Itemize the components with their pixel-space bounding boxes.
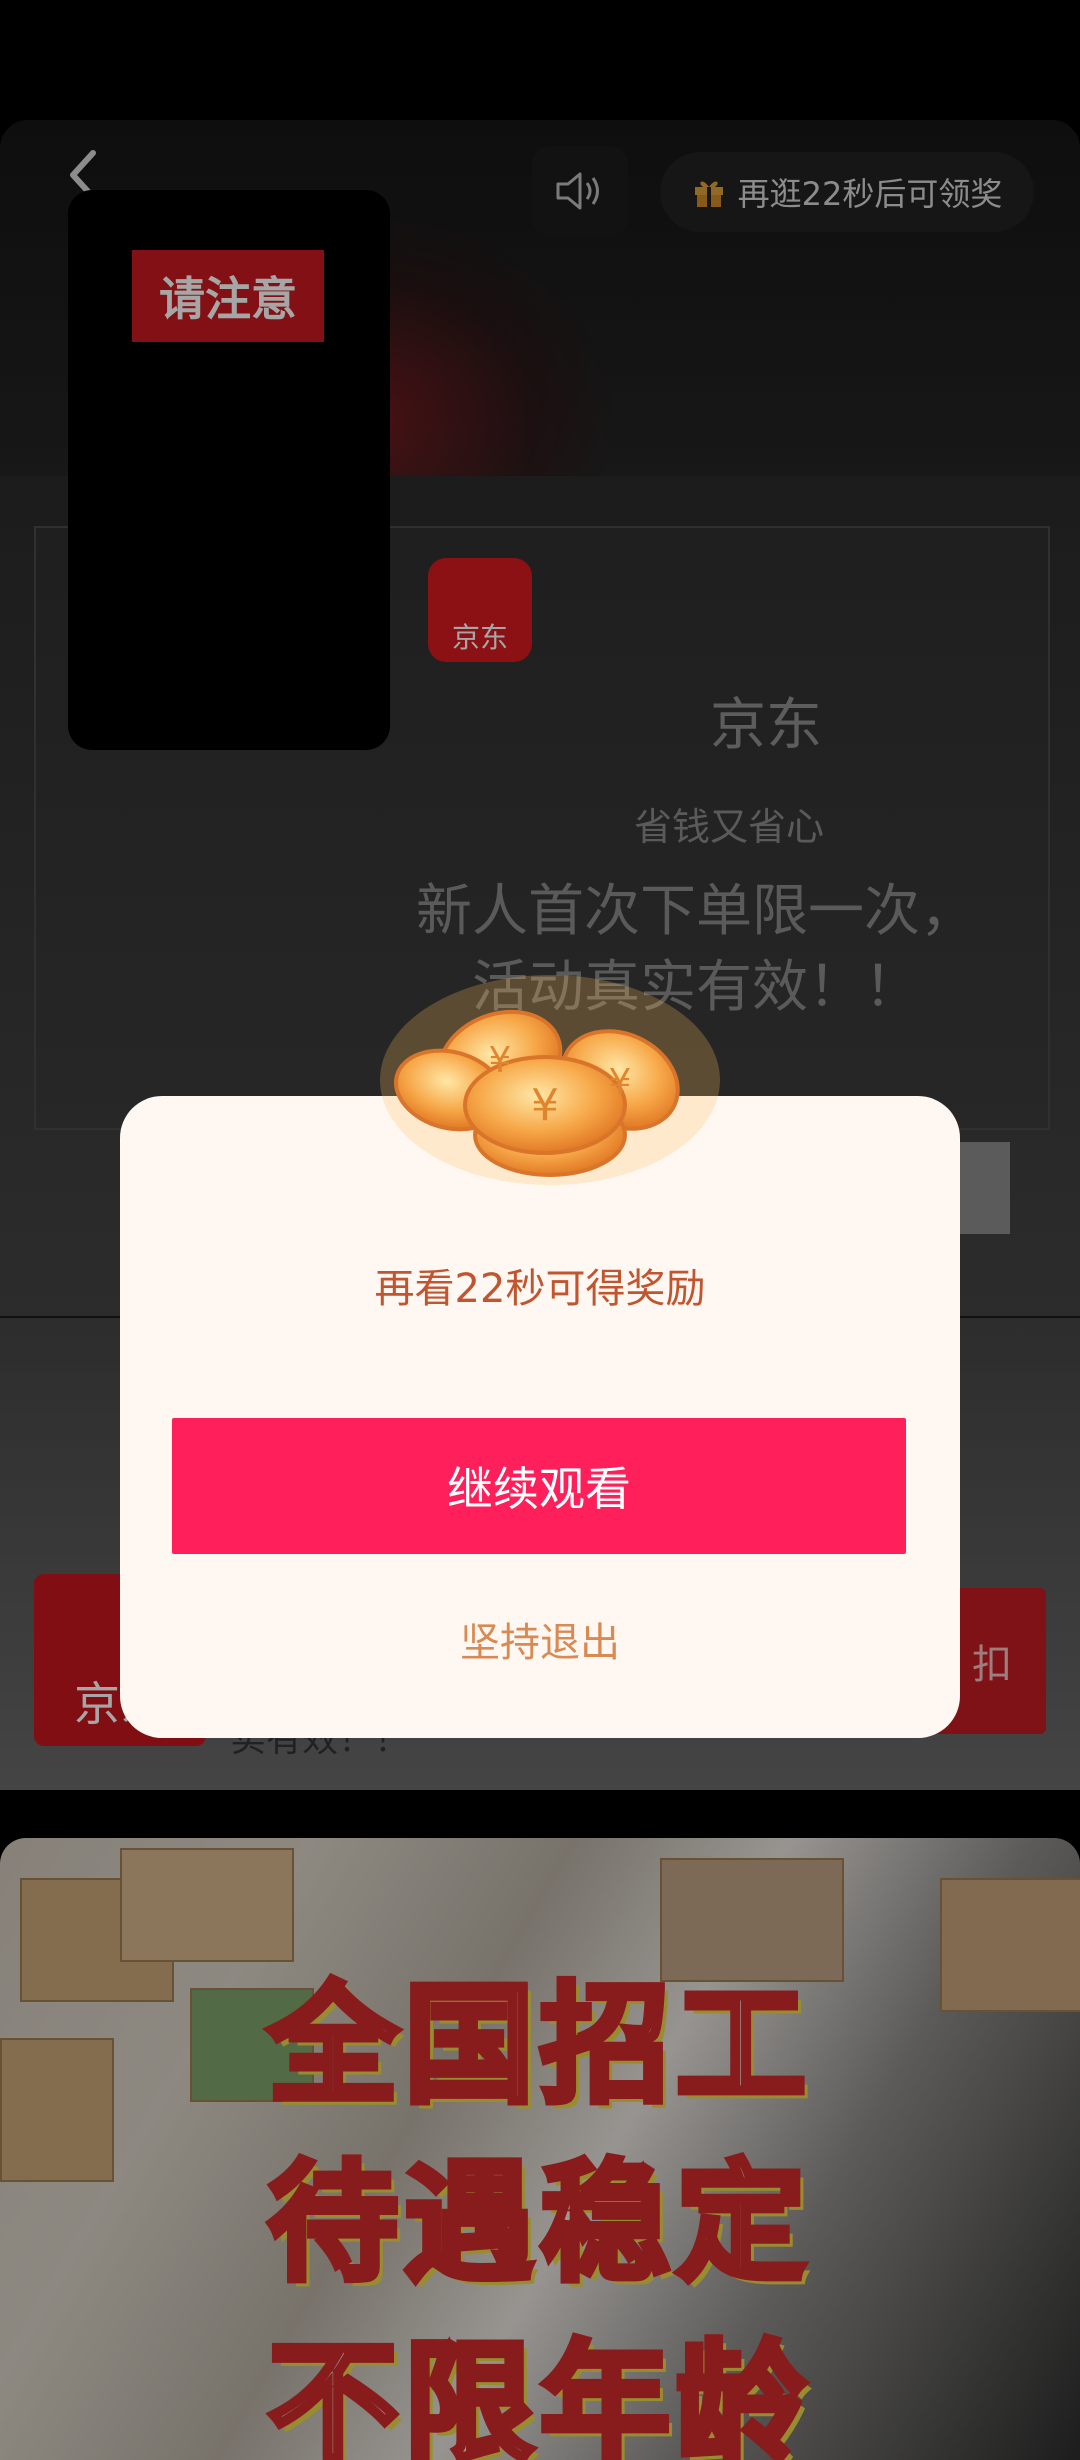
screen: 再逛22秒后可领奖 请注意 京东 京东 省钱又省心 新人首次下单限一次， 活动真… bbox=[0, 0, 1080, 2460]
svg-text:¥: ¥ bbox=[609, 1062, 632, 1103]
exit-button[interactable]: 坚持退出 bbox=[120, 1610, 960, 1668]
continue-watching-button[interactable]: 继续观看 bbox=[172, 1418, 906, 1554]
dialog-title: 再看22秒可得奖励 bbox=[374, 1266, 706, 1312]
coins-icon: ¥ ¥ ¥ bbox=[380, 975, 720, 1185]
svg-text:¥: ¥ bbox=[489, 1040, 512, 1081]
svg-text:¥: ¥ bbox=[531, 1080, 559, 1131]
reward-dialog: 再看22秒可得奖励 继续观看 坚持退出 bbox=[120, 1096, 960, 1738]
